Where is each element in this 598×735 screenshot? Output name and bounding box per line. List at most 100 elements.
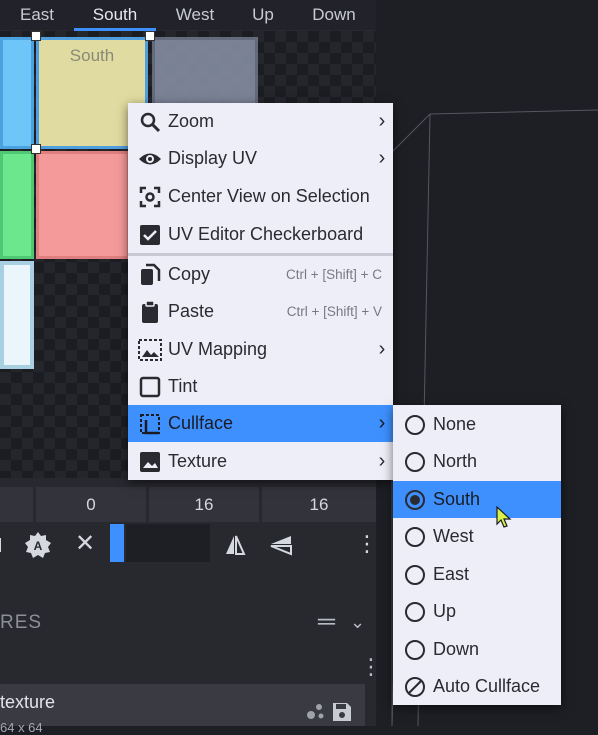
paste-icon: [137, 299, 163, 325]
tab-up[interactable]: Up: [234, 0, 292, 30]
menu-item-tint[interactable]: Tint: [128, 368, 393, 405]
uv-size-row: 0 16 16: [0, 487, 376, 522]
panel-title: RES: [0, 612, 43, 633]
option-label: North: [433, 451, 478, 471]
chevron-right-icon: ›: [378, 110, 386, 132]
radio-selected-icon: [405, 489, 425, 510]
cullface-icon: [137, 411, 163, 437]
uv-mapping-icon: [137, 337, 163, 363]
checkbox-checked-icon: [137, 222, 163, 248]
menu-item-checkerboard[interactable]: UV Editor Checkerboard: [128, 216, 393, 253]
image-icon: [137, 449, 163, 475]
uv-face-down[interactable]: [36, 151, 130, 259]
menu-item-display-uv[interactable]: Display UV ›: [128, 140, 393, 177]
eye-icon: [137, 146, 163, 172]
chevron-right-icon: ›: [378, 450, 386, 472]
collapse-lines-icon[interactable]: ═: [318, 608, 335, 636]
menu-item-texture[interactable]: Texture ›: [128, 443, 393, 480]
option-label: East: [433, 564, 470, 584]
uv-face-label: South: [69, 46, 115, 65]
partial-tool-icon[interactable]: [0, 522, 12, 566]
menu-item-cullface[interactable]: Cullface ›: [128, 405, 393, 442]
mirror-y-icon[interactable]: [266, 522, 296, 566]
menu-item-label: Center View on Selection: [168, 186, 370, 206]
uv-value-cell[interactable]: 16: [262, 487, 376, 522]
mirror-x-icon[interactable]: [220, 522, 250, 566]
cullface-option-up[interactable]: Up: [393, 593, 561, 630]
copy-icon: [137, 262, 163, 288]
uv-face-north[interactable]: [0, 261, 34, 369]
clear-close-icon[interactable]: ✕: [70, 522, 100, 566]
menu-item-label: Cullface: [168, 413, 234, 433]
cullface-option-none[interactable]: None: [393, 406, 561, 443]
color-indicator: [110, 524, 124, 562]
uv-value-cell[interactable]: 0: [36, 487, 146, 522]
center-focus-icon: [137, 184, 163, 210]
cullface-option-north[interactable]: North: [393, 443, 561, 480]
context-menu: Zoom › Display UV › Center View on Selec…: [128, 103, 393, 480]
face-tabs: East South West Up Down: [0, 0, 376, 31]
mouse-pointer-icon: [496, 506, 512, 528]
more-vertical-icon[interactable]: ⋮: [356, 522, 378, 566]
menu-item-label: Display UV: [168, 148, 258, 168]
cullface-option-auto[interactable]: Auto Cullface: [393, 668, 561, 705]
menu-item-copy[interactable]: Copy Ctrl + [Shift] + C: [128, 256, 393, 293]
cullface-option-south[interactable]: South: [393, 481, 561, 518]
auto-uv-gear-icon[interactable]: A: [22, 522, 54, 566]
resize-handle[interactable]: [31, 31, 41, 41]
option-label: Down: [433, 639, 480, 659]
save-icon[interactable]: [330, 700, 354, 729]
tab-south[interactable]: South: [74, 0, 156, 30]
chevron-right-icon: ›: [378, 147, 386, 169]
radio-empty-icon: [405, 601, 425, 622]
tab-east[interactable]: East: [0, 0, 74, 30]
texture-size: 64 x 64: [0, 720, 43, 735]
resize-handle[interactable]: [145, 31, 155, 41]
auto-cullface-icon: [402, 674, 428, 700]
uv-toolbar: A ✕ ⋮: [0, 522, 378, 566]
tab-west[interactable]: West: [156, 0, 234, 30]
resize-handle[interactable]: [31, 144, 41, 154]
magnifier-icon: [137, 109, 163, 135]
texture-name: texture: [0, 692, 56, 712]
texture-list-item[interactable]: texture 64 x 64: [0, 684, 365, 735]
svg-text:A: A: [34, 539, 43, 553]
option-label: None: [433, 414, 477, 434]
option-label: Auto Cullface: [433, 676, 541, 696]
cullface-option-down[interactable]: Down: [393, 631, 561, 668]
menu-item-paste[interactable]: Paste Ctrl + [Shift] + V: [128, 293, 393, 330]
menu-item-uv-mapping[interactable]: UV Mapping ›: [128, 331, 393, 368]
option-label: Up: [433, 601, 457, 621]
radio-empty-icon: [405, 639, 425, 660]
checkbox-empty-icon: [137, 374, 163, 400]
shortcut-label: Ctrl + [Shift] + C: [285, 267, 382, 282]
menu-item-center-view[interactable]: Center View on Selection: [128, 178, 393, 215]
radio-empty-icon: [405, 564, 425, 585]
cullface-option-east[interactable]: East: [393, 556, 561, 593]
cullface-submenu: None North South West East Up Down Auto …: [393, 405, 561, 705]
rotation-field[interactable]: [126, 524, 210, 562]
uv-face-up[interactable]: [0, 151, 34, 259]
chevron-right-icon: ›: [378, 338, 386, 360]
menu-item-label: Paste: [168, 301, 215, 321]
radio-empty-icon: [405, 526, 425, 547]
chevron-down-icon[interactable]: ⌄: [350, 612, 365, 633]
tab-down[interactable]: Down: [292, 0, 376, 30]
radio-empty-icon: [405, 414, 425, 435]
menu-item-label: UV Editor Checkerboard: [168, 224, 364, 244]
chevron-right-icon: ›: [378, 412, 386, 434]
shortcut-label: Ctrl + [Shift] + V: [286, 304, 382, 319]
menu-item-zoom[interactable]: Zoom ›: [128, 103, 393, 140]
menu-item-label: Tint: [168, 376, 198, 396]
menu-item-label: UV Mapping: [168, 339, 268, 359]
menu-item-label: Copy: [168, 264, 211, 284]
uv-value-cell[interactable]: [0, 487, 33, 522]
menu-item-label: Zoom: [168, 111, 215, 131]
menu-item-label: Texture: [168, 451, 228, 471]
uv-face-east[interactable]: [0, 37, 34, 149]
radio-empty-icon: [405, 451, 425, 472]
particle-icon[interactable]: [304, 700, 326, 727]
textures-panel-header: RES ═ ⌄: [0, 600, 376, 648]
uv-value-cell[interactable]: 16: [149, 487, 259, 522]
cullface-option-west[interactable]: West: [393, 518, 561, 555]
